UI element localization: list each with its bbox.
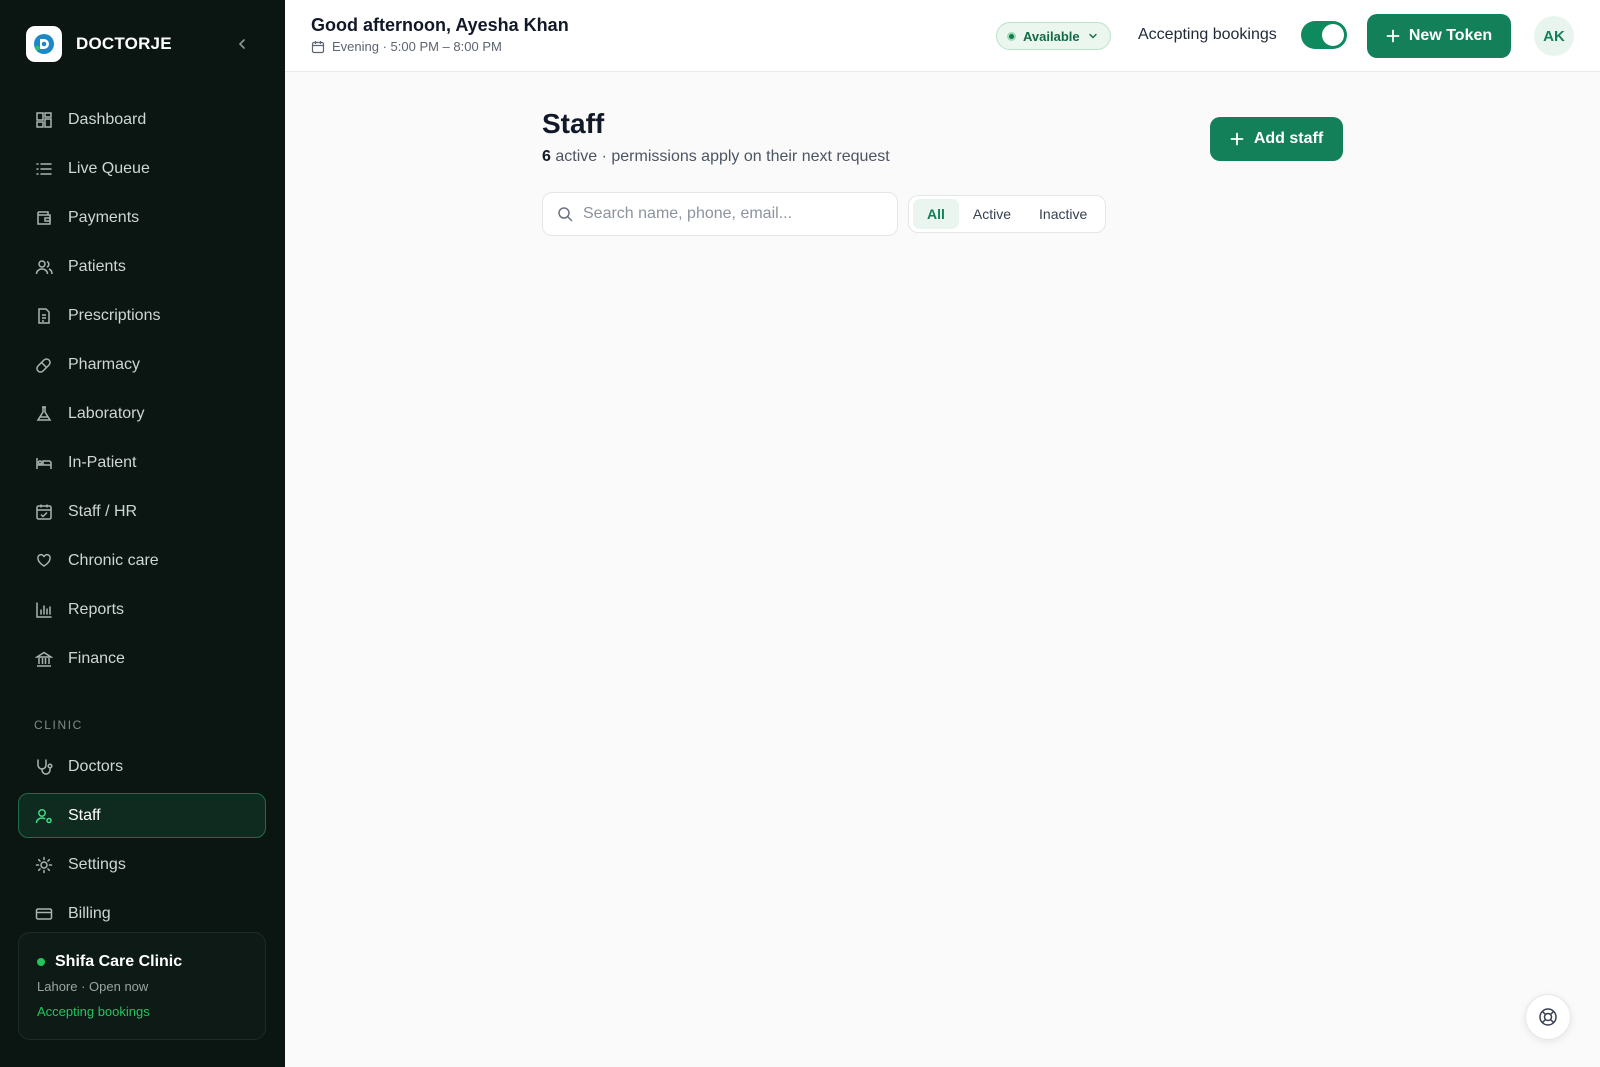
sidebar-item-laboratory[interactable]: Laboratory — [18, 391, 266, 436]
users-icon — [35, 258, 53, 276]
sidebar-item-payments[interactable]: Payments — [18, 195, 266, 240]
help-button[interactable] — [1525, 994, 1571, 1040]
active-count: 6 — [542, 148, 551, 165]
heart-hand-icon — [35, 552, 53, 570]
search-box — [542, 192, 898, 236]
page-subtitle: 6 active · permissions apply on their ne… — [542, 148, 890, 166]
clinic-nav: Doctors Staff Settings Billing — [18, 744, 266, 940]
availability-label: Available — [1023, 28, 1080, 44]
plus-icon — [1230, 132, 1244, 146]
sidebar-item-label: Doctors — [68, 757, 124, 775]
session-info: Evening · 5:00 PM – 8:00 PM — [311, 39, 502, 54]
page-title: Staff — [542, 108, 605, 139]
accepting-bookings-label: Accepting bookings — [1138, 26, 1277, 43]
brand-logo-icon — [26, 26, 62, 62]
section-label-clinic: CLINIC — [34, 718, 83, 732]
brand[interactable]: DOCTORJE — [26, 26, 172, 62]
toggle-knob — [1322, 24, 1344, 46]
sidebar-item-label: Billing — [68, 904, 111, 922]
sidebar-item-label: Reports — [68, 600, 125, 618]
clinic-name: Shifa Care Clinic — [55, 953, 183, 970]
sidebar-item-label: Settings — [68, 855, 126, 873]
sidebar-item-label: Dashboard — [68, 110, 147, 128]
availability-dropdown[interactable]: Available — [996, 22, 1111, 50]
calendar-check-icon — [35, 503, 53, 521]
greeting: Good afternoon, Ayesha Khan — [311, 15, 569, 35]
sidebar-item-patients[interactable]: Patients — [18, 244, 266, 289]
sidebar-item-in-patient[interactable]: In-Patient — [18, 440, 266, 485]
clinic-name-row: Shifa Care Clinic — [37, 953, 247, 971]
plus-icon — [1386, 29, 1400, 43]
clinic-card[interactable]: Shifa Care Clinic Lahore · Open now Acce… — [18, 932, 266, 1040]
sidebar-item-label: Live Queue — [68, 159, 150, 177]
new-token-button[interactable]: New Token — [1367, 14, 1511, 58]
pill-icon — [35, 356, 53, 374]
lifebuoy-icon — [1539, 1008, 1557, 1026]
status-dot-icon — [37, 958, 45, 966]
bed-icon — [35, 454, 53, 472]
session-text: Evening · 5:00 PM – 8:00 PM — [332, 39, 502, 54]
sidebar-item-dashboard[interactable]: Dashboard — [18, 97, 266, 142]
accepting-bookings-toggle[interactable] — [1301, 21, 1347, 49]
sidebar-item-prescriptions[interactable]: Prescriptions — [18, 293, 266, 338]
sidebar-item-label: Chronic care — [68, 551, 159, 569]
sidebar-item-staff-hr[interactable]: Staff / HR — [18, 489, 266, 534]
sidebar-item-label: Prescriptions — [68, 306, 161, 324]
collapse-sidebar-icon[interactable] — [232, 34, 252, 54]
bank-icon — [35, 650, 53, 668]
wallet-icon — [35, 209, 53, 227]
sidebar-item-chronic-care[interactable]: Chronic care — [18, 538, 266, 583]
sidebar: DOCTORJE Dashboard Live Queue Payments P… — [0, 0, 285, 1067]
sidebar-item-pharmacy[interactable]: Pharmacy — [18, 342, 266, 387]
search-input[interactable] — [583, 205, 873, 223]
sidebar-item-reports[interactable]: Reports — [18, 587, 266, 632]
credit-card-icon — [35, 905, 53, 923]
sidebar-item-staff[interactable]: Staff — [18, 793, 266, 838]
sidebar-item-billing[interactable]: Billing — [18, 891, 266, 936]
sidebar-item-label: In-Patient — [68, 453, 137, 471]
sidebar-item-doctors[interactable]: Doctors — [18, 744, 266, 789]
filter-inactive[interactable]: Inactive — [1025, 199, 1101, 229]
flask-icon — [35, 405, 53, 423]
calendar-icon — [311, 40, 325, 53]
sidebar-item-finance[interactable]: Finance — [18, 636, 266, 681]
add-staff-button[interactable]: Add staff — [1210, 117, 1343, 161]
main-nav: Dashboard Live Queue Payments Patients P… — [18, 97, 266, 685]
sidebar-item-label: Laboratory — [68, 404, 145, 422]
clinic-meta: Lahore · Open now — [37, 979, 149, 994]
sidebar-item-settings[interactable]: Settings — [18, 842, 266, 887]
list-icon — [35, 160, 53, 178]
document-icon — [35, 307, 53, 325]
sidebar-item-label: Finance — [68, 649, 125, 667]
filter-all[interactable]: All — [913, 199, 959, 229]
sidebar-item-live-queue[interactable]: Live Queue — [18, 146, 266, 191]
subtitle-text: active · permissions apply on their next… — [555, 148, 890, 165]
dashboard-icon — [35, 111, 53, 129]
gear-icon — [35, 856, 53, 874]
new-token-label: New Token — [1408, 27, 1493, 44]
sidebar-item-label: Staff — [68, 806, 101, 824]
clinic-status: Accepting bookings — [37, 1004, 150, 1019]
avatar[interactable]: AK — [1534, 16, 1574, 56]
sidebar-item-label: Pharmacy — [68, 355, 141, 373]
sidebar-item-label: Staff / HR — [68, 502, 138, 520]
stethoscope-icon — [35, 758, 53, 776]
status-filter: All Active Inactive — [908, 195, 1107, 233]
chevron-down-icon — [1088, 33, 1097, 39]
sidebar-item-label: Patients — [68, 257, 126, 275]
search-icon — [558, 207, 573, 222]
add-staff-label: Add staff — [1253, 130, 1324, 147]
sidebar-item-label: Payments — [68, 208, 140, 226]
availability-dot-icon — [1007, 31, 1016, 41]
user-cog-icon — [35, 807, 53, 825]
bar-chart-icon — [35, 601, 53, 619]
filter-active[interactable]: Active — [959, 199, 1025, 229]
brand-name: DOCTORJE — [76, 34, 172, 53]
top-bar: Good afternoon, Ayesha Khan Evening · 5:… — [285, 0, 1600, 72]
